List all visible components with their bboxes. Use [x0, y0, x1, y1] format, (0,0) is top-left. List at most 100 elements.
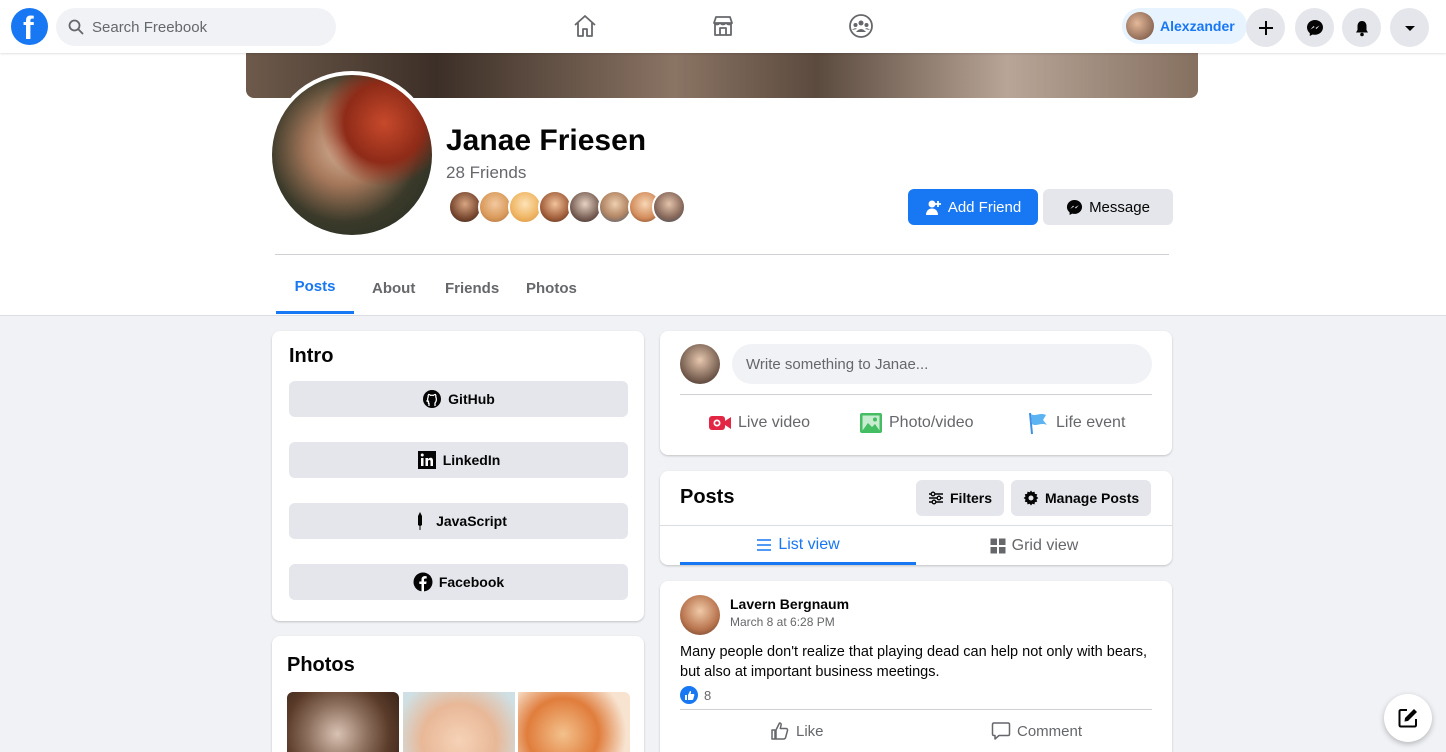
grid-view-label: Grid view: [1011, 537, 1079, 554]
javascript-link-button[interactable]: JavaScript: [289, 503, 628, 539]
top-navbar: f Alexzander: [0, 0, 1446, 53]
javascript-icon: [418, 512, 423, 530]
friend-avatar[interactable]: [538, 190, 572, 224]
javascript-label: JavaScript: [436, 513, 507, 529]
friend-avatar[interactable]: [478, 190, 512, 224]
friend-avatar[interactable]: [652, 190, 686, 224]
github-label: GitHub: [448, 391, 495, 407]
photo-thumbnail[interactable]: [287, 692, 399, 752]
composer-input[interactable]: Write something to Janae...: [732, 344, 1152, 384]
thumbs-up-icon: [771, 722, 789, 740]
tab-photos[interactable]: Photos: [508, 262, 595, 314]
filters-icon: [929, 491, 943, 505]
github-link-button[interactable]: GitHub: [289, 381, 628, 417]
like-count[interactable]: 8: [680, 686, 711, 704]
tab-about[interactable]: About: [354, 262, 433, 314]
gear-icon: [1023, 490, 1039, 506]
life-event-button[interactable]: Life event: [1026, 411, 1125, 435]
divider: [680, 394, 1152, 395]
photo-thumbnail[interactable]: [518, 692, 630, 752]
search-input[interactable]: [92, 18, 312, 36]
home-icon[interactable]: [569, 10, 601, 42]
list-icon: [757, 538, 772, 551]
marketplace-icon[interactable]: [707, 10, 739, 42]
post-author[interactable]: Lavern Bergnaum: [730, 596, 849, 612]
tab-friends[interactable]: Friends: [427, 262, 517, 314]
post-text: Many people don't realize that playing d…: [680, 644, 1148, 680]
friends-count[interactable]: 28 Friends: [446, 163, 526, 183]
facebook-link-button[interactable]: Facebook: [289, 564, 628, 600]
filters-label: Filters: [950, 490, 993, 506]
post-timestamp[interactable]: March 8 at 6:28 PM: [730, 615, 835, 629]
comment-label: Comment: [1017, 722, 1083, 740]
avatar[interactable]: [680, 595, 720, 635]
new-message-button[interactable]: [1384, 694, 1432, 742]
notifications-button[interactable]: [1342, 8, 1381, 47]
github-icon: [423, 390, 442, 408]
messenger-icon: [1067, 199, 1083, 215]
like-button[interactable]: Like: [770, 721, 824, 741]
profile-picture[interactable]: [268, 71, 436, 239]
intro-title: Intro: [289, 345, 334, 367]
photo-icon: [860, 413, 882, 433]
life-event-label: Life event: [1056, 414, 1126, 431]
profile-name: Janae Friesen: [446, 124, 647, 157]
list-view-label: List view: [778, 535, 840, 553]
photo-video-label: Photo/video: [889, 414, 974, 431]
add-friend-button[interactable]: Add Friend: [908, 189, 1038, 225]
user-name: Alexzander: [1160, 18, 1235, 34]
friend-avatar[interactable]: [508, 190, 542, 224]
friend-avatar[interactable]: [568, 190, 602, 224]
friend-avatar[interactable]: [598, 190, 632, 224]
linkedin-icon: [417, 451, 436, 469]
add-person-icon: [925, 200, 941, 215]
message-button[interactable]: Message: [1043, 189, 1173, 225]
comment-button[interactable]: Comment: [991, 721, 1082, 741]
filters-button[interactable]: Filters: [916, 480, 1005, 516]
live-video-label: Live video: [738, 414, 811, 431]
like-label: Like: [796, 722, 824, 740]
photo-thumbnail[interactable]: [403, 692, 515, 752]
post-composer: Write something to Janae... Live video P…: [660, 331, 1172, 455]
tab-posts[interactable]: Posts: [276, 262, 354, 314]
like-badge-icon: [680, 686, 698, 704]
comment-icon: [991, 722, 1011, 740]
search-bar[interactable]: [56, 8, 336, 46]
posts-panel: Posts Filters Manage Posts List view Gri…: [660, 471, 1172, 565]
message-label: Message: [1089, 198, 1150, 216]
messenger-button[interactable]: [1295, 8, 1334, 47]
compose-icon: [1398, 709, 1417, 728]
manage-posts-button[interactable]: Manage Posts: [1011, 480, 1152, 516]
caret-down-icon: [1404, 25, 1415, 31]
posts-title: Posts: [680, 486, 735, 508]
composer-placeholder: Write something to Janae...: [746, 355, 929, 373]
groups-icon[interactable]: [845, 10, 877, 42]
plus-icon: [1258, 20, 1273, 35]
facebook-label: Facebook: [438, 574, 505, 590]
photos-title: Photos: [287, 654, 355, 676]
freebook-logo-icon[interactable]: f: [11, 8, 48, 46]
header-divider: [275, 254, 1169, 255]
grid-view-tab[interactable]: Grid view: [916, 527, 1152, 565]
search-icon: [68, 19, 84, 35]
divider: [680, 709, 1152, 710]
avatar: [1126, 12, 1154, 40]
bell-icon: [1355, 20, 1368, 36]
photos-card: Photos: [272, 636, 644, 752]
profile-chip[interactable]: Alexzander: [1122, 8, 1247, 44]
create-button[interactable]: [1246, 8, 1285, 47]
account-menu-button[interactable]: [1390, 8, 1429, 47]
linkedin-label: LinkedIn: [442, 452, 501, 468]
avatar: [680, 344, 720, 384]
flag-icon: [1029, 412, 1047, 435]
photo-video-button[interactable]: Photo/video: [859, 411, 974, 435]
linkedin-link-button[interactable]: LinkedIn: [289, 442, 628, 478]
like-count-value: 8: [704, 687, 712, 703]
friend-avatar[interactable]: [448, 190, 482, 224]
facebook-icon: [413, 572, 433, 592]
grid-icon: [990, 538, 1006, 554]
messenger-icon: [1306, 19, 1323, 36]
live-video-button[interactable]: Live video: [708, 411, 810, 435]
list-view-tab[interactable]: List view: [680, 527, 916, 565]
divider: [660, 525, 1172, 526]
